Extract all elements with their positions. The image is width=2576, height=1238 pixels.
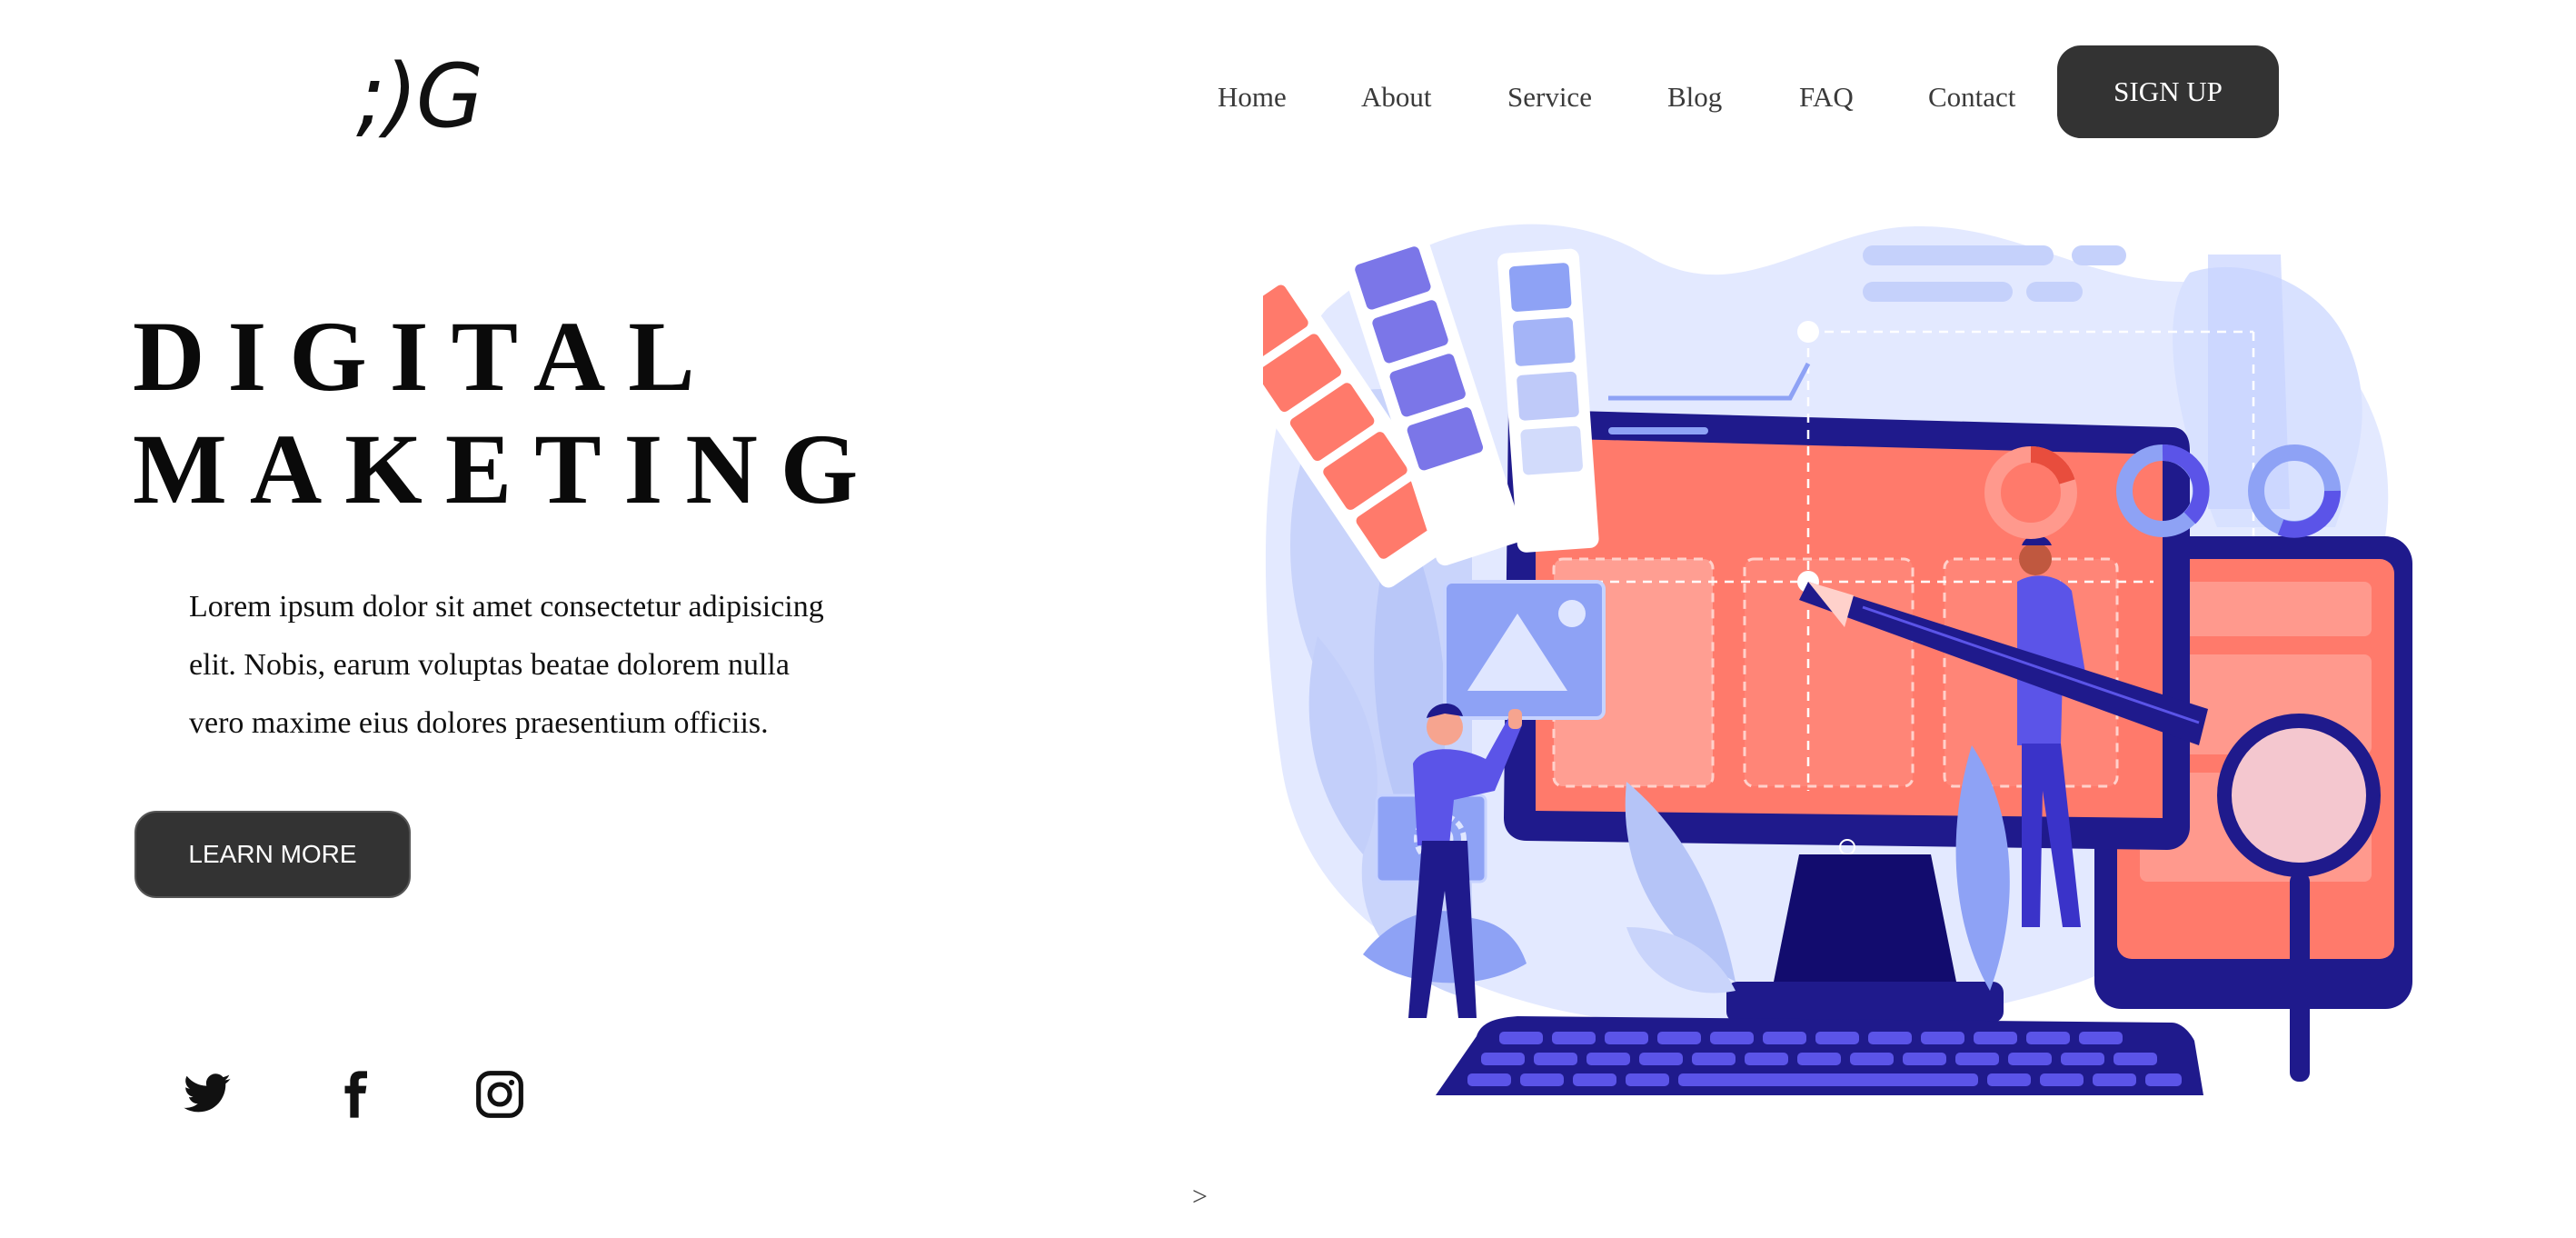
nav-about[interactable]: About: [1361, 81, 1432, 114]
nav-home[interactable]: Home: [1218, 81, 1287, 114]
twitter-icon[interactable]: [182, 1069, 233, 1120]
nav-service[interactable]: Service: [1507, 81, 1592, 114]
learn-more-button[interactable]: LEARN MORE: [134, 811, 411, 898]
hero-description-line-1: Lorem ipsum dolor sit amet consectetur a…: [189, 590, 824, 624]
hero-title-line-2: MAKETING: [133, 414, 881, 524]
nav-faq[interactable]: FAQ: [1799, 81, 1854, 114]
hero-title: DIGITAL MAKETING: [133, 300, 880, 525]
scroll-next-arrow[interactable]: >: [1192, 1182, 1208, 1213]
hero-description-line-3: vero maxime eius dolores praesentium off…: [189, 706, 769, 740]
facebook-icon[interactable]: [329, 1069, 380, 1120]
signup-button[interactable]: SIGN UP: [2057, 45, 2279, 138]
nav-blog[interactable]: Blog: [1667, 81, 1722, 114]
hero-description-line-2: elit. Nobis, earum voluptas beatae dolor…: [189, 648, 790, 682]
hero-title-line-1: DIGITAL: [133, 301, 718, 412]
digital-marketing-illustration: [1263, 224, 2412, 1095]
nav-contact[interactable]: Contact: [1928, 81, 2015, 114]
instagram-icon[interactable]: [474, 1069, 525, 1120]
hero-description: Lorem ipsum dolor sit amet consectetur a…: [189, 578, 898, 753]
site-logo[interactable]: ;)G: [356, 53, 483, 140]
